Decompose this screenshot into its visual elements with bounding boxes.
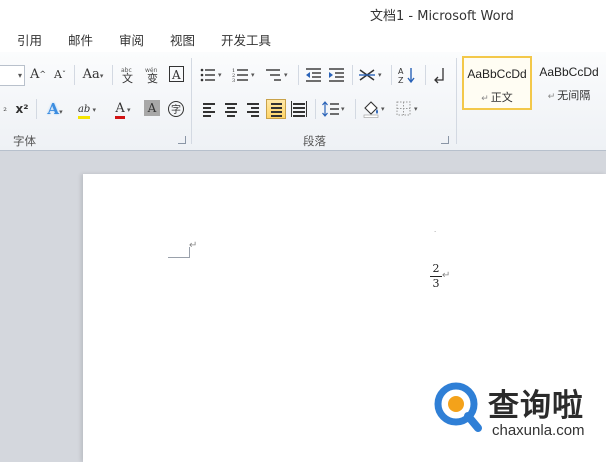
fraction[interactable]: 2 3: [430, 263, 442, 290]
fraction-numerator: 2: [432, 262, 440, 275]
char-shading-label: A: [147, 101, 157, 115]
clear-format-label: A: [171, 68, 181, 82]
fraction-denominator: 3: [432, 277, 440, 290]
tab-mailings[interactable]: 邮件: [68, 30, 93, 49]
small-mark: ·: [434, 228, 437, 236]
enclosed-char-icon: 字: [168, 101, 184, 117]
borders-button[interactable]: ▾: [394, 99, 422, 119]
window-title: 文档1 - Microsoft Word: [370, 9, 514, 24]
distributed-button[interactable]: [289, 99, 309, 119]
ribbon: ▾ A^ Aˇ Aa▾ abc 文 wén 变 A ₂ x² A▾ ab ▾ A…: [0, 52, 606, 151]
superscript-button[interactable]: x²: [13, 99, 31, 119]
svg-text:▾: ▾: [378, 71, 382, 79]
decrease-indent-button[interactable]: [304, 65, 324, 85]
highlight-button[interactable]: ab ▾: [72, 99, 102, 119]
sort-button[interactable]: A Z: [397, 65, 419, 85]
subscript-label: ₂: [3, 104, 7, 114]
phonetic-guide-button[interactable]: abc 文: [118, 64, 138, 85]
char-border-button[interactable]: wén 变: [143, 64, 163, 85]
tab-developer[interactable]: 开发工具: [221, 30, 271, 49]
svg-text:▾: ▾: [251, 71, 255, 79]
decrease-indent-icon: [306, 68, 321, 82]
group-divider: [191, 58, 192, 144]
watermark-url: chaxunla.com: [492, 422, 585, 439]
align-left-button[interactable]: [199, 99, 219, 119]
multilevel-list-button[interactable]: ▾: [265, 65, 293, 85]
ribbon-tabs: 引用 邮件 审阅 视图 开发工具: [0, 26, 606, 53]
bullets-button[interactable]: ▾: [199, 65, 227, 85]
font-size-dropdown[interactable]: ▾: [0, 65, 25, 86]
style-name: 无间隔: [557, 90, 591, 102]
font-dialog-launcher[interactable]: [178, 136, 186, 144]
numbering-button[interactable]: 1 2 3 ▾: [232, 65, 260, 85]
align-center-button[interactable]: [221, 99, 241, 119]
svg-text:3: 3: [232, 78, 235, 84]
superscript-label: x²: [15, 102, 29, 116]
font-group-label: 字体: [13, 134, 36, 148]
svg-text:A: A: [398, 67, 404, 76]
grow-font-label: A: [29, 67, 40, 82]
style-sample: AaBbCcDd: [467, 67, 527, 81]
svg-text:Z: Z: [398, 76, 404, 85]
boxed-a-icon: A: [169, 66, 184, 82]
highlight-label: ab: [77, 103, 91, 119]
watermark-logo-icon: [434, 382, 482, 432]
paragraph-mark: ↵: [442, 270, 451, 281]
font-color-button[interactable]: A ▾: [108, 99, 138, 119]
char-shading-button[interactable]: A: [144, 100, 160, 116]
svg-text:变: 变: [147, 71, 158, 84]
svg-text:▾: ▾: [284, 71, 288, 79]
subscript-button[interactable]: ₂: [0, 99, 10, 119]
paragraph-mark: ↵: [189, 240, 198, 251]
title-bar: 文档1 - Microsoft Word: [0, 0, 606, 26]
shading-button[interactable]: ▾: [361, 99, 389, 119]
line-spacing-button[interactable]: ▾: [321, 99, 349, 119]
svg-text:▾: ▾: [381, 105, 385, 113]
asian-layout-icon: ▾: [359, 69, 382, 81]
style-no-spacing[interactable]: AaBbCcDd ↵ 无间隔: [534, 56, 604, 110]
shrink-font-label: A: [54, 68, 62, 81]
svg-text:▾: ▾: [341, 105, 345, 113]
bullet-list-icon: ▾: [200, 68, 222, 82]
enclose-char-button[interactable]: 字: [166, 99, 186, 119]
sort-az-icon: A Z: [398, 67, 415, 85]
font-color-label: A: [115, 102, 125, 119]
increase-indent-icon: [329, 68, 344, 82]
tab-references[interactable]: 引用: [17, 30, 42, 49]
tab-view[interactable]: 视图: [170, 30, 195, 49]
show-marks-button[interactable]: [430, 65, 450, 85]
style-name: 正文: [490, 92, 513, 104]
watermark-text: 查询啦: [488, 388, 584, 424]
phonetic-guide-icon: abc 文: [121, 67, 133, 85]
text-effects-button[interactable]: A▾: [42, 99, 68, 119]
paragraph-dialog-launcher[interactable]: [441, 136, 449, 144]
multilevel-list-icon: ▾: [266, 69, 288, 81]
numbered-list-icon: 1 2 3 ▾: [232, 68, 255, 84]
text-effect-label: A: [47, 100, 60, 118]
align-right-button[interactable]: [243, 99, 263, 119]
tab-review[interactable]: 审阅: [119, 30, 144, 49]
paragraph-group-label: 段落: [303, 134, 326, 148]
justify-button[interactable]: [266, 99, 286, 119]
svg-text:文: 文: [122, 71, 133, 84]
svg-text:▾: ▾: [218, 71, 222, 79]
borders-icon: ▾: [396, 101, 418, 116]
paragraph-mark-icon: [434, 68, 444, 84]
change-case-label: Aa: [82, 67, 100, 82]
margin-corner-mark: [168, 257, 190, 258]
wen-icon: wén 变: [145, 67, 158, 85]
paint-bucket-icon: ▾: [363, 101, 385, 118]
svg-text:▾: ▾: [414, 105, 418, 113]
style-normal[interactable]: AaBbCcDd ↵ 正文: [462, 56, 532, 110]
enclose-char-label: 字: [171, 103, 181, 116]
clear-format-button[interactable]: A: [168, 64, 186, 84]
group-divider: [456, 58, 457, 144]
line-spacing-icon: ▾: [322, 101, 345, 117]
change-case-button[interactable]: Aa▾: [80, 65, 106, 85]
style-sample: AaBbCcDd: [539, 65, 599, 79]
grow-font-button[interactable]: A^: [29, 65, 47, 85]
increase-indent-button[interactable]: [327, 65, 347, 85]
shrink-font-button[interactable]: Aˇ: [51, 65, 69, 85]
asian-layout-button[interactable]: ▾: [358, 65, 386, 85]
